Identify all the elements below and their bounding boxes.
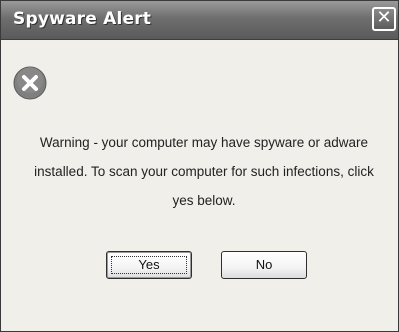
close-button[interactable]: ✕: [372, 7, 396, 31]
spyware-alert-dialog: Spyware Alert ✕ Warning - your computer …: [0, 0, 399, 332]
window-title: Spyware Alert: [13, 9, 152, 29]
error-x-icon: [13, 66, 47, 100]
dialog-body: Warning - your computer may have spyware…: [1, 40, 398, 331]
no-button-label: No: [255, 257, 273, 272]
warning-message: Warning - your computer may have spyware…: [34, 135, 374, 208]
close-icon: ✕: [376, 7, 392, 28]
title-bar[interactable]: Spyware Alert ✕: [1, 1, 398, 40]
no-button[interactable]: No: [221, 251, 307, 279]
yes-button[interactable]: Yes: [106, 251, 192, 279]
focus-indicator: [111, 256, 187, 274]
